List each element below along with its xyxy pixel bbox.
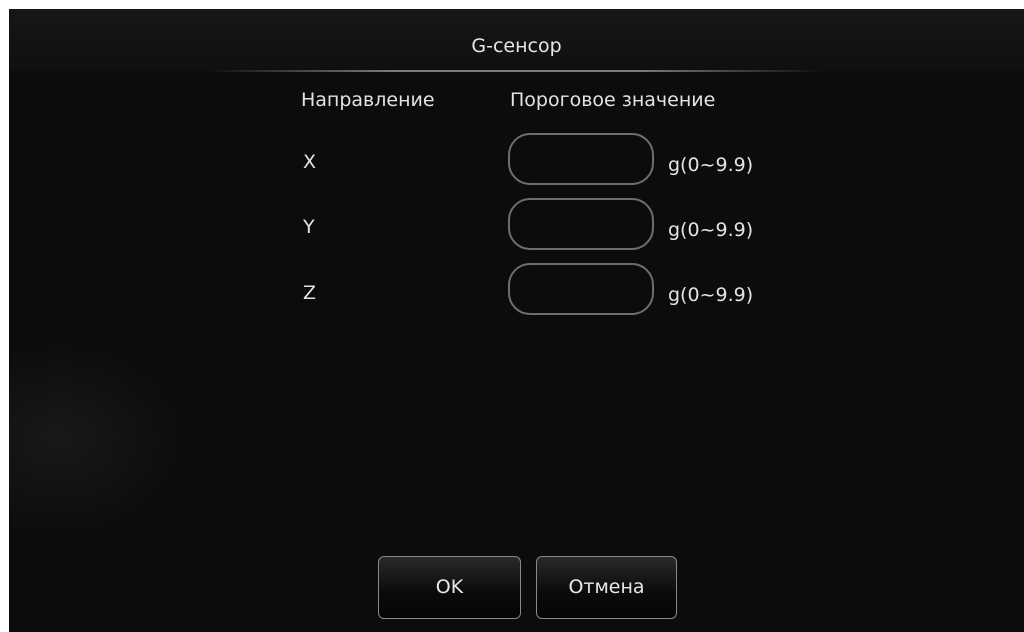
g-sensor-dialog: G-сенсор Направление Пороговое значение …: [9, 9, 1024, 632]
background-glow: [9, 339, 189, 539]
axis-z-label: Z: [303, 282, 317, 304]
direction-column-header: Направление: [301, 89, 435, 111]
axis-y-range-hint: g(0~9.9): [668, 219, 754, 241]
axis-x-range-hint: g(0~9.9): [668, 154, 754, 176]
axis-y-threshold-input[interactable]: [508, 198, 654, 250]
axis-y-label: Y: [303, 216, 315, 238]
axis-z-range-hint: g(0~9.9): [668, 284, 754, 306]
axis-x-threshold-input[interactable]: [508, 133, 654, 185]
title-bar: G-сенсор: [9, 9, 1024, 71]
threshold-column-header: Пороговое значение: [510, 89, 716, 111]
ok-button[interactable]: OK: [378, 556, 521, 619]
axis-x-label: X: [303, 151, 317, 173]
title-separator: [204, 70, 824, 72]
cancel-button[interactable]: Отмена: [536, 556, 677, 619]
axis-z-threshold-input[interactable]: [508, 263, 654, 315]
dialog-title: G-сенсор: [471, 35, 562, 57]
